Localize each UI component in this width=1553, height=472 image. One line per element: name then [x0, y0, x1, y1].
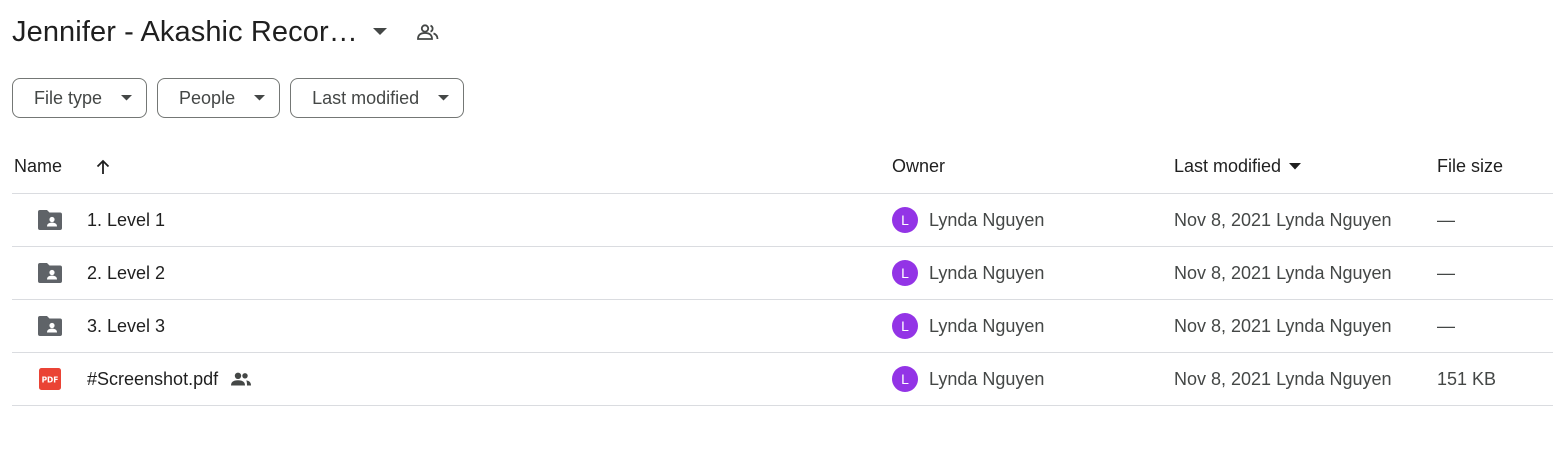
file-size: 151 KB — [1437, 368, 1497, 389]
last-modified-cell: Nov 8, 2021 Lynda Nguyen — [1174, 247, 1392, 299]
last-modified-cell: Nov 8, 2021 Lynda Nguyen — [1174, 194, 1392, 246]
folder-title[interactable]: Jennifer - Akashic Recor… — [12, 16, 358, 49]
owner-name: Lynda Nguyen — [929, 209, 1045, 230]
last-modified-cell: Nov 8, 2021 Lynda Nguyen — [1174, 300, 1392, 352]
owner-cell: L Lynda Nguyen — [892, 194, 1044, 246]
shared-folder-icon — [37, 194, 63, 246]
filter-chips: File type People Last modified — [12, 78, 465, 118]
owner-avatar: L — [892, 207, 918, 233]
chip-label: File type — [34, 87, 103, 108]
file-size: — — [1437, 209, 1455, 230]
last-modified-header-label: Last modified — [1174, 156, 1282, 176]
file-name: 2. Level 2 — [87, 262, 166, 283]
chip-label: People — [179, 87, 236, 108]
modified-date: Nov 8, 2021 — [1174, 262, 1272, 283]
shared-folder-icon — [37, 247, 63, 299]
dropdown-arrow-icon — [253, 92, 265, 104]
file-name: 1. Level 1 — [87, 209, 166, 230]
shared-folder-icon — [37, 300, 63, 352]
people-filter-chip[interactable]: People — [157, 78, 281, 118]
shared-people-icon — [230, 372, 252, 386]
file-row[interactable]: PDF #Screenshot.pdf L Lynda Nguyen Nov 8… — [12, 353, 1553, 406]
sort-ascending-arrow-icon[interactable] — [92, 140, 114, 193]
svg-text:PDF: PDF — [42, 376, 59, 385]
file-name: #Screenshot.pdf — [87, 368, 219, 389]
name-column-header[interactable]: Name — [14, 140, 62, 193]
file-list-header: Name Owner Last modified File size — [12, 140, 1553, 194]
file-list: 1. Level 1 L Lynda Nguyen Nov 8, 2021 Ly… — [12, 194, 1553, 406]
file-size-column-header: File size — [1437, 156, 1504, 176]
file-row[interactable]: 3. Level 3 L Lynda Nguyen Nov 8, 2021 Ly… — [12, 300, 1553, 353]
folder-title-bar: Jennifer - Akashic Recor… — [12, 10, 442, 54]
owner-avatar: L — [892, 260, 918, 286]
last-modified-cell: Nov 8, 2021 Lynda Nguyen — [1174, 353, 1392, 405]
modified-by: Lynda Nguyen — [1276, 209, 1392, 230]
owner-name: Lynda Nguyen — [929, 368, 1045, 389]
pdf-file-icon: PDF — [37, 353, 63, 405]
file-row[interactable]: 1. Level 1 L Lynda Nguyen Nov 8, 2021 Ly… — [12, 194, 1553, 247]
owner-avatar: L — [892, 366, 918, 392]
dropdown-arrow-icon — [437, 92, 449, 104]
file-row[interactable]: 2. Level 2 L Lynda Nguyen Nov 8, 2021 Ly… — [12, 247, 1553, 300]
file-size: — — [1437, 315, 1455, 336]
modified-by: Lynda Nguyen — [1276, 315, 1392, 336]
modified-by: Lynda Nguyen — [1276, 262, 1392, 283]
modified-by: Lynda Nguyen — [1276, 368, 1392, 389]
last-modified-column-header[interactable]: Last modified — [1174, 140, 1302, 193]
shared-people-icon[interactable] — [414, 18, 442, 46]
modified-date: Nov 8, 2021 — [1174, 209, 1272, 230]
file-name-cell: #Screenshot.pdf — [87, 353, 252, 405]
file-name: 3. Level 3 — [87, 315, 166, 336]
owner-cell: L Lynda Nguyen — [892, 247, 1044, 299]
file-type-filter-chip[interactable]: File type — [12, 78, 148, 118]
owner-cell: L Lynda Nguyen — [892, 300, 1044, 352]
last-modified-filter-chip[interactable]: Last modified — [290, 78, 465, 118]
dropdown-arrow-icon — [120, 92, 132, 104]
modified-date: Nov 8, 2021 — [1174, 315, 1272, 336]
modified-date: Nov 8, 2021 — [1174, 368, 1272, 389]
file-size: — — [1437, 262, 1455, 283]
owner-avatar: L — [892, 313, 918, 339]
owner-name: Lynda Nguyen — [929, 315, 1045, 336]
owner-column-header: Owner — [892, 156, 946, 176]
owner-cell: L Lynda Nguyen — [892, 353, 1044, 405]
owner-name: Lynda Nguyen — [929, 262, 1045, 283]
sort-dropdown-icon — [1289, 163, 1302, 170]
chip-label: Last modified — [312, 87, 420, 108]
folder-menu-dropdown-icon[interactable] — [366, 18, 394, 46]
